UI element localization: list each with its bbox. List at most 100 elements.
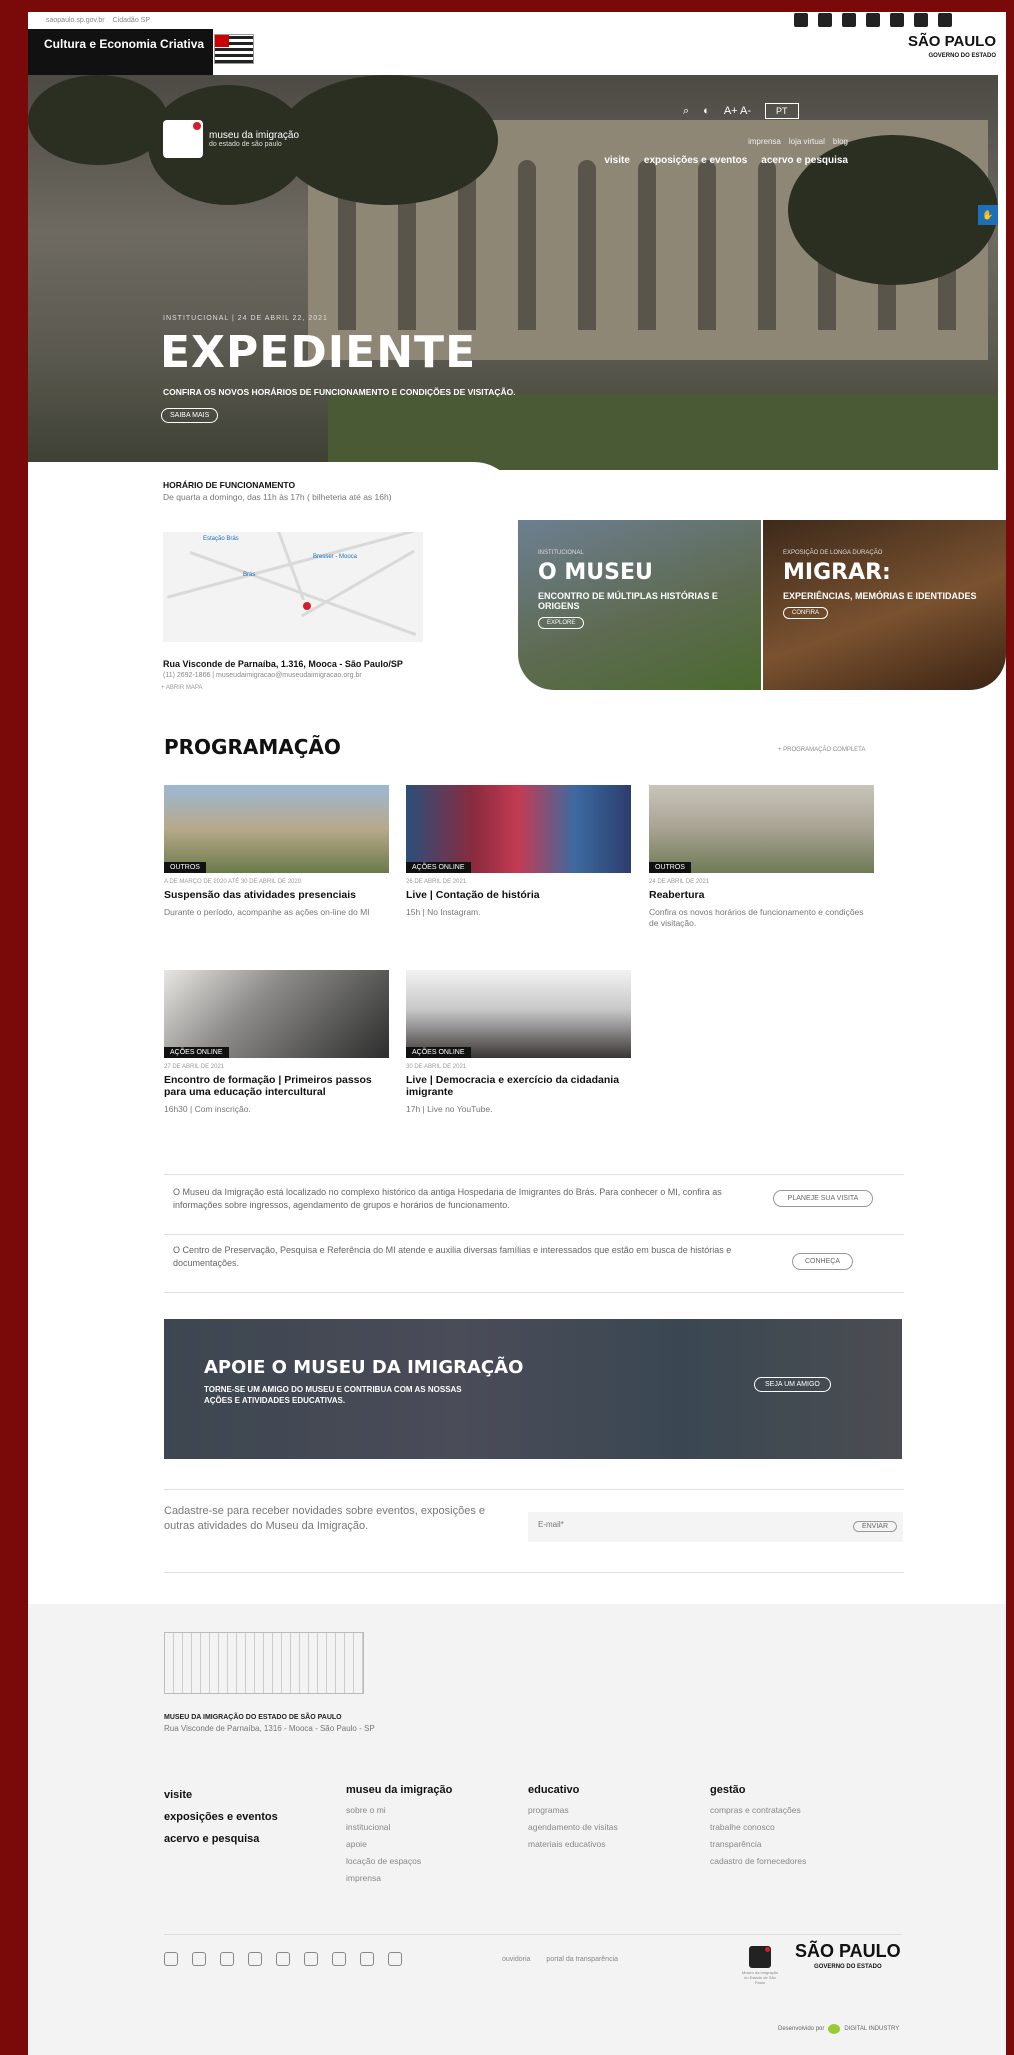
event-badge: OUTROS [164, 862, 206, 873]
footer-link[interactable]: compras e contratações [710, 1802, 806, 1819]
event-date: 24 DE ABRIL DE 2021 [649, 879, 710, 885]
footer-link[interactable]: locação de espaços [346, 1853, 452, 1870]
card-title: MIGRAR: [783, 560, 891, 585]
open-map-link[interactable]: + ABRIR MAPA [161, 685, 202, 691]
footer-link-exposicoes[interactable]: exposições e eventos [164, 1806, 278, 1828]
footer-link[interactable]: materiais educativos [528, 1836, 618, 1853]
footer-mi-logo[interactable]: Museu da Imigração do Estado de São Paul… [740, 1946, 780, 1986]
full-programacao-link[interactable]: + PROGRAMAÇÃO COMPLETA [778, 747, 865, 753]
footer-col-educativo: educativo programas agendamento de visit… [528, 1784, 618, 1853]
flickr-icon[interactable] [248, 1952, 262, 1966]
plan-visit-button[interactable]: PLANEJE SUA VISITA [773, 1190, 873, 1207]
event-desc: 16h30 | Com inscrição. [164, 1104, 251, 1114]
event-image: AÇÕES ONLINE [406, 970, 631, 1058]
youtube-icon[interactable] [890, 13, 904, 27]
event-card[interactable]: AÇÕES ONLINE 26 DE ABRIL DE 2021 Live | … [406, 785, 631, 918]
contrast-icon[interactable]: ◐ [703, 105, 710, 117]
card-migrar[interactable]: EXPOSIÇÃO DE LONGA DURAÇÃO MIGRAR: EXPER… [761, 520, 1006, 690]
event-date: 27 DE ABRIL DE 2021 [164, 1064, 225, 1070]
footer-link[interactable]: trabalhe conosco [710, 1819, 806, 1836]
sp-flag-icon [214, 34, 254, 64]
dev-name: DIGITAL INDUSTRY [844, 2026, 900, 2032]
footer-link-visite[interactable]: visite [164, 1784, 278, 1806]
divider [164, 1292, 904, 1293]
location-map[interactable]: Estação Brás Bresser - Mooca Brás [163, 532, 423, 642]
footer-sp-title: SÃO PAULO [795, 1941, 901, 1961]
nav-exposicoes[interactable]: exposições e eventos [644, 155, 747, 166]
nav-blog[interactable]: blog [833, 137, 848, 146]
event-image: AÇÕES ONLINE [406, 785, 631, 873]
footer-link[interactable]: programas [528, 1802, 618, 1819]
ouvidoria-link[interactable]: ouvidoria [502, 1956, 530, 1963]
nav-loja[interactable]: loja virtual [789, 137, 825, 146]
hero-slider: museu da imigração do estado de são paulo… [28, 75, 998, 470]
footer-col-heading[interactable]: museu da imigração [346, 1784, 452, 1796]
footer-sp-sub: GOVERNO DO ESTADO [814, 1964, 882, 1970]
hours-title: HORÁRIO DE FUNCIONAMENTO [163, 480, 296, 490]
facebook-icon[interactable] [794, 13, 808, 27]
footer-sp-logo[interactable]: SÃO PAULO GOVERNO DO ESTADO [795, 1941, 901, 1975]
flickr-icon[interactable] [866, 13, 880, 27]
font-size-control[interactable]: A+ A- [724, 105, 751, 117]
pinterest-icon[interactable] [276, 1952, 290, 1966]
card-museu[interactable]: INSTITUCIONAL O MUSEU ENCONTRO DE MÚLTIP… [518, 520, 761, 690]
top-link-sp[interactable]: saopaulo.sp.gov.br [46, 17, 105, 24]
main-nav: visite exposições e eventos acervo e pes… [604, 155, 848, 166]
twitter-icon[interactable] [818, 13, 832, 27]
send-button[interactable]: ENVIAR [852, 1521, 897, 1532]
footer-link[interactable]: cadastro de fornecedores [710, 1853, 806, 1870]
event-date: 26 DE ABRIL DE 2021 [406, 879, 467, 885]
info-panel: HORÁRIO DE FUNCIONAMENTO De quarta a dom… [28, 462, 518, 707]
language-select[interactable]: PT [765, 103, 799, 119]
search-icon[interactable]: ⌕ [683, 105, 689, 118]
conheca-button[interactable]: CONHEÇA [792, 1253, 854, 1270]
instagram-icon[interactable] [842, 13, 856, 27]
footer-link[interactable]: transparência [710, 1836, 806, 1853]
culture-secretariat[interactable]: Cultura e Economia Criativa [28, 29, 213, 75]
footer-link[interactable]: sobre o mi [346, 1802, 452, 1819]
footer-link[interactable]: institucional [346, 1819, 452, 1836]
spotify-icon[interactable] [914, 13, 928, 27]
contact-info: (11) 2692-1866 | museudaimigracao@museud… [163, 672, 362, 679]
sp-gov-logo[interactable]: SÃO PAULO GOVERNO DO ESTADO [908, 34, 996, 63]
developer-credit[interactable]: Desenvolvido por DIGITAL INDUSTRY [778, 2024, 899, 2034]
footer-link[interactable]: apoie [346, 1836, 452, 1853]
linkedin-icon[interactable] [938, 13, 952, 27]
card-button[interactable]: EXPLORE [538, 617, 585, 629]
slide-button[interactable]: SAIBA MAIS [161, 408, 219, 423]
footer-link[interactable]: imprensa [346, 1870, 452, 1887]
footer-link[interactable]: agendamento de visitas [528, 1819, 618, 1836]
youtube-icon[interactable] [220, 1952, 234, 1966]
footer-address: Rua Visconde de Parnaíba, 1316 - Mooca -… [164, 1724, 375, 1733]
card-desc: EXPERIÊNCIAS, MEMÓRIAS E IDENTIDADES [783, 591, 977, 601]
spotify-icon[interactable] [388, 1952, 402, 1966]
footer-col-heading[interactable]: educativo [528, 1784, 618, 1796]
header-tools: ⌕ ◐ A+ A- PT [683, 103, 799, 119]
issuu-icon[interactable] [304, 1952, 318, 1966]
twitter-icon[interactable] [192, 1952, 206, 1966]
hours-text: De quarta a domingo, das 11h às 17h ( bi… [163, 492, 392, 502]
footer-col-main: visite exposições e eventos acervo e pes… [164, 1784, 278, 1850]
event-card[interactable]: AÇÕES ONLINE 27 DE ABRIL DE 2021 Encontr… [164, 970, 389, 1115]
divider [164, 1489, 904, 1490]
event-card[interactable]: OUTROS A DE MARÇO DE 2020 ATÉ 30 DE ABRI… [164, 785, 389, 918]
top-link-cidadao[interactable]: Cidadão SP [113, 17, 150, 24]
email-input[interactable] [538, 1520, 788, 1529]
support-banner: APOIE O MUSEU DA IMIGRAÇÃO TORNE-SE UM A… [164, 1319, 902, 1459]
event-card[interactable]: AÇÕES ONLINE 30 DE ABRIL DE 2021 Live | … [406, 970, 631, 1115]
footer-link-acervo[interactable]: acervo e pesquisa [164, 1828, 278, 1850]
footer-col-heading[interactable]: gestão [710, 1784, 806, 1796]
museum-logo[interactable]: museu da imigração do estado de são paulo [163, 120, 299, 158]
podcast-icon[interactable] [360, 1952, 374, 1966]
become-friend-button[interactable]: SEJA UM AMIGO [754, 1377, 831, 1392]
facebook-icon[interactable] [164, 1952, 178, 1966]
nav-visite[interactable]: visite [604, 155, 630, 166]
nav-acervo[interactable]: acervo e pesquisa [761, 155, 848, 166]
footer: MUSEU DA IMIGRAÇÃO DO ESTADO DE SÃO PAUL… [28, 1604, 1006, 2055]
event-card[interactable]: OUTROS 24 DE ABRIL DE 2021 Reabertura Co… [649, 785, 874, 929]
card-button[interactable]: CONFIRA [783, 607, 828, 619]
nav-imprensa[interactable]: imprensa [748, 137, 781, 146]
accessibility-icon[interactable]: ✋ [978, 205, 998, 225]
instagram-icon[interactable] [332, 1952, 346, 1966]
transparency-portal-link[interactable]: portal da transparência [546, 1956, 618, 1963]
